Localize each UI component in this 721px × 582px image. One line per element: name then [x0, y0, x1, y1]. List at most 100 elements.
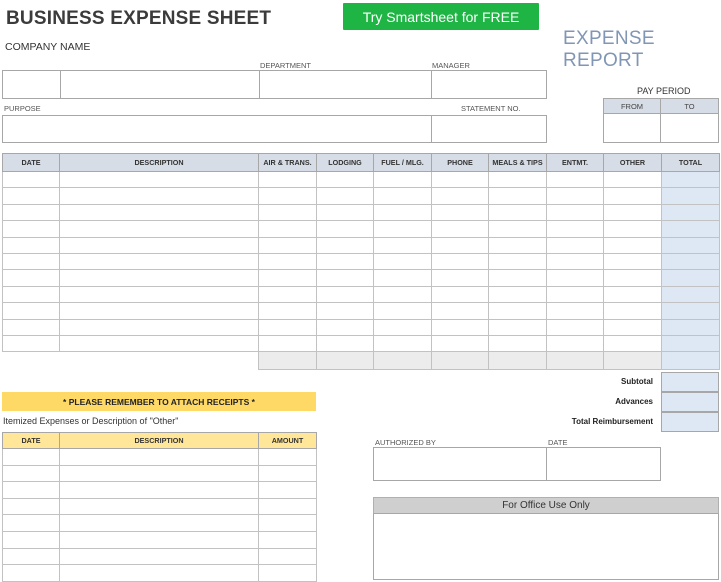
expense-cell[interactable] [2, 203, 60, 222]
expense-cell[interactable] [431, 236, 489, 254]
expense-cell[interactable] [2, 302, 60, 320]
expense-cell[interactable] [661, 334, 720, 353]
expense-cell[interactable] [431, 170, 489, 189]
expense-cell[interactable] [488, 334, 547, 353]
office-use-field[interactable] [373, 513, 719, 580]
expense-cell[interactable] [59, 170, 259, 189]
expense-cell[interactable] [431, 302, 489, 320]
expense-cell[interactable] [316, 334, 374, 353]
expense-cell[interactable] [316, 302, 374, 320]
itemized-cell[interactable] [2, 497, 60, 516]
expense-cell[interactable] [316, 285, 374, 304]
expense-cell[interactable] [488, 318, 547, 336]
expense-cell[interactable] [488, 170, 547, 189]
expense-cell[interactable] [2, 334, 60, 353]
expense-cell[interactable] [373, 170, 432, 189]
expense-cell[interactable] [373, 187, 432, 205]
expense-cell[interactable] [546, 203, 604, 222]
expense-cell[interactable] [373, 220, 432, 238]
itemized-cell[interactable] [59, 448, 259, 466]
expense-cell[interactable] [603, 334, 662, 353]
expense-cell[interactable] [373, 285, 432, 304]
expense-cell[interactable] [373, 236, 432, 254]
expense-cell[interactable] [373, 302, 432, 320]
expense-cell[interactable] [603, 220, 662, 238]
expense-cell[interactable] [661, 269, 720, 287]
itemized-cell[interactable] [258, 448, 317, 466]
itemized-cell[interactable] [258, 481, 317, 499]
expense-cell[interactable] [661, 252, 720, 271]
expense-cell[interactable] [59, 302, 259, 320]
itemized-cell[interactable] [2, 481, 60, 499]
expense-cell[interactable] [546, 220, 604, 238]
expense-cell[interactable] [258, 302, 317, 320]
itemized-cell[interactable] [59, 497, 259, 516]
expense-cell[interactable] [431, 252, 489, 271]
expense-cell[interactable] [488, 269, 547, 287]
expense-cell[interactable] [59, 220, 259, 238]
expense-cell[interactable] [546, 187, 604, 205]
itemized-cell[interactable] [2, 547, 60, 566]
expense-cell[interactable] [603, 302, 662, 320]
expense-cell[interactable] [2, 269, 60, 287]
expense-cell[interactable] [546, 252, 604, 271]
expense-cell[interactable] [431, 269, 489, 287]
company-name-field[interactable] [3, 71, 60, 98]
expense-cell[interactable] [546, 269, 604, 287]
itemized-cell[interactable] [258, 514, 317, 532]
itemized-cell[interactable] [2, 464, 60, 483]
expense-cell[interactable] [316, 318, 374, 336]
itemized-cell[interactable] [59, 530, 259, 549]
expense-cell[interactable] [603, 252, 662, 271]
expense-cell[interactable] [603, 170, 662, 189]
expense-cell[interactable] [488, 203, 547, 222]
expense-cell[interactable] [316, 187, 374, 205]
expense-cell[interactable] [258, 203, 317, 222]
expense-cell[interactable] [373, 269, 432, 287]
expense-cell[interactable] [59, 252, 259, 271]
itemized-cell[interactable] [2, 530, 60, 549]
expense-cell[interactable] [258, 285, 317, 304]
itemized-cell[interactable] [59, 514, 259, 532]
expense-cell[interactable] [59, 269, 259, 287]
itemized-cell[interactable] [59, 564, 259, 582]
expense-cell[interactable] [2, 318, 60, 336]
expense-cell[interactable] [2, 220, 60, 238]
expense-cell[interactable] [661, 236, 720, 254]
department-field[interactable] [260, 71, 431, 98]
expense-cell[interactable] [258, 236, 317, 254]
expense-cell[interactable] [546, 334, 604, 353]
itemized-cell[interactable] [258, 497, 317, 516]
pay-period-from-field[interactable] [603, 113, 661, 143]
expense-cell[interactable] [373, 318, 432, 336]
expense-cell[interactable] [258, 252, 317, 271]
expense-cell[interactable] [661, 170, 720, 189]
expense-cell[interactable] [488, 187, 547, 205]
expense-cell[interactable] [2, 285, 60, 304]
expense-cell[interactable] [431, 334, 489, 353]
expense-cell[interactable] [546, 302, 604, 320]
expense-cell[interactable] [488, 236, 547, 254]
expense-cell[interactable] [488, 302, 547, 320]
itemized-cell[interactable] [2, 564, 60, 582]
itemized-cell[interactable] [59, 481, 259, 499]
expense-cell[interactable] [431, 220, 489, 238]
expense-cell[interactable] [431, 318, 489, 336]
expense-cell[interactable] [546, 236, 604, 254]
expense-cell[interactable] [373, 334, 432, 353]
expense-cell[interactable] [258, 269, 317, 287]
authorization-date-field[interactable] [547, 448, 660, 480]
expense-cell[interactable] [546, 318, 604, 336]
expense-cell[interactable] [546, 170, 604, 189]
expense-cell[interactable] [603, 236, 662, 254]
expense-cell[interactable] [661, 203, 720, 222]
expense-cell[interactable] [373, 252, 432, 271]
expense-cell[interactable] [2, 187, 60, 205]
expense-cell[interactable] [546, 285, 604, 304]
authorized-by-field[interactable] [374, 448, 546, 480]
itemized-cell[interactable] [59, 464, 259, 483]
expense-cell[interactable] [59, 236, 259, 254]
expense-cell[interactable] [431, 187, 489, 205]
expense-cell[interactable] [59, 318, 259, 336]
expense-cell[interactable] [603, 318, 662, 336]
